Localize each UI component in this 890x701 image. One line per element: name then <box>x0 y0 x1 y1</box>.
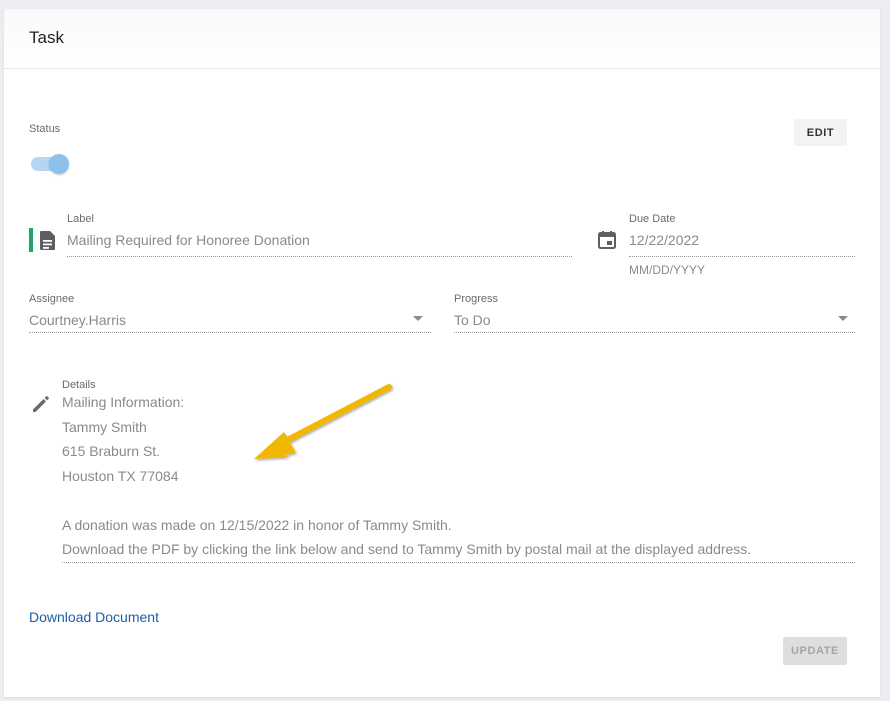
assignee-label: Assignee <box>29 293 75 305</box>
details-line: Download the PDF by clicking the link be… <box>62 541 752 557</box>
chevron-down-icon <box>838 316 848 321</box>
details-textarea[interactable]: Mailing Information: Tammy Smith 615 Bra… <box>62 390 855 563</box>
card-header: Task <box>4 9 880 69</box>
progress-value: To Do <box>454 312 491 328</box>
due-date-label: Due Date <box>629 213 676 225</box>
status-toggle[interactable] <box>31 154 71 174</box>
details-line: 615 Braburn St. <box>62 443 161 459</box>
card-title: Task <box>29 28 64 47</box>
details-line: Tammy Smith <box>62 418 147 435</box>
label-field-label: Label <box>67 213 94 225</box>
calendar-icon[interactable] <box>596 229 618 251</box>
chevron-down-icon <box>413 316 423 321</box>
pencil-icon <box>31 394 51 414</box>
details-line: A donation was made on 12/15/2022 in hon… <box>62 516 452 533</box>
details-line <box>62 488 855 513</box>
annotation-arrow-icon <box>254 384 392 459</box>
edit-button[interactable]: EDIT <box>794 119 847 146</box>
status-label: Status <box>29 123 61 135</box>
label-accent-bar <box>29 228 33 252</box>
progress-select[interactable]: To Do <box>454 309 855 333</box>
label-field-value: Mailing Required for Honoree Donation <box>67 232 310 248</box>
description-icon <box>36 228 58 252</box>
due-date-field[interactable]: 12/22/2022 <box>629 229 855 257</box>
download-document-link[interactable]: Download Document <box>29 609 159 625</box>
due-date-value: 12/22/2022 <box>629 232 700 248</box>
assignee-select[interactable]: Courtney.Harris <box>29 309 431 333</box>
details-line: Mailing Information: <box>62 394 185 410</box>
label-field[interactable]: Mailing Required for Honoree Donation <box>67 229 572 257</box>
toggle-thumb <box>49 154 69 174</box>
update-button[interactable]: UPDATE <box>783 637 847 665</box>
progress-label: Progress <box>454 293 499 305</box>
task-card: Task Status EDIT Label Mailing Required … <box>4 9 880 697</box>
due-date-hint: MM/DD/YYYY <box>629 263 706 277</box>
details-line: Houston TX 77084 <box>62 467 179 484</box>
assignee-value: Courtney.Harris <box>29 312 126 328</box>
